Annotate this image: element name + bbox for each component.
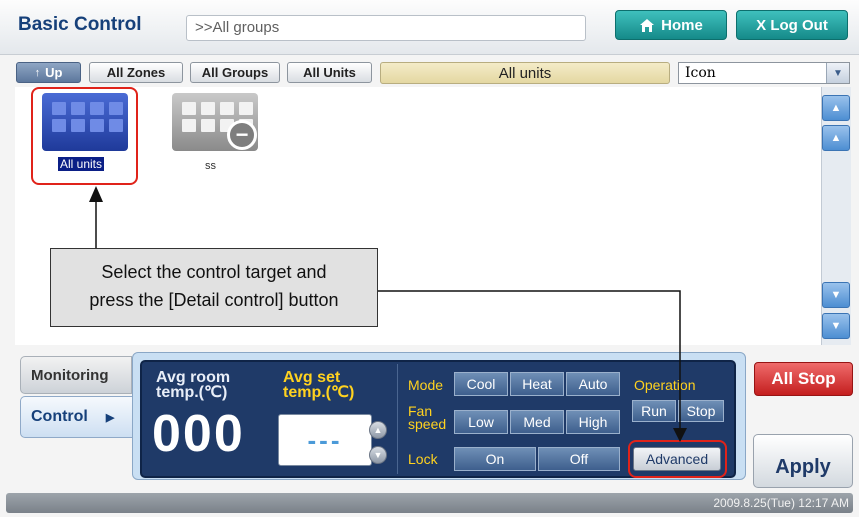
status-datetime: 2009.8.25(Tue) 12:17 AM <box>713 496 849 510</box>
callout-arrows <box>89 186 687 442</box>
